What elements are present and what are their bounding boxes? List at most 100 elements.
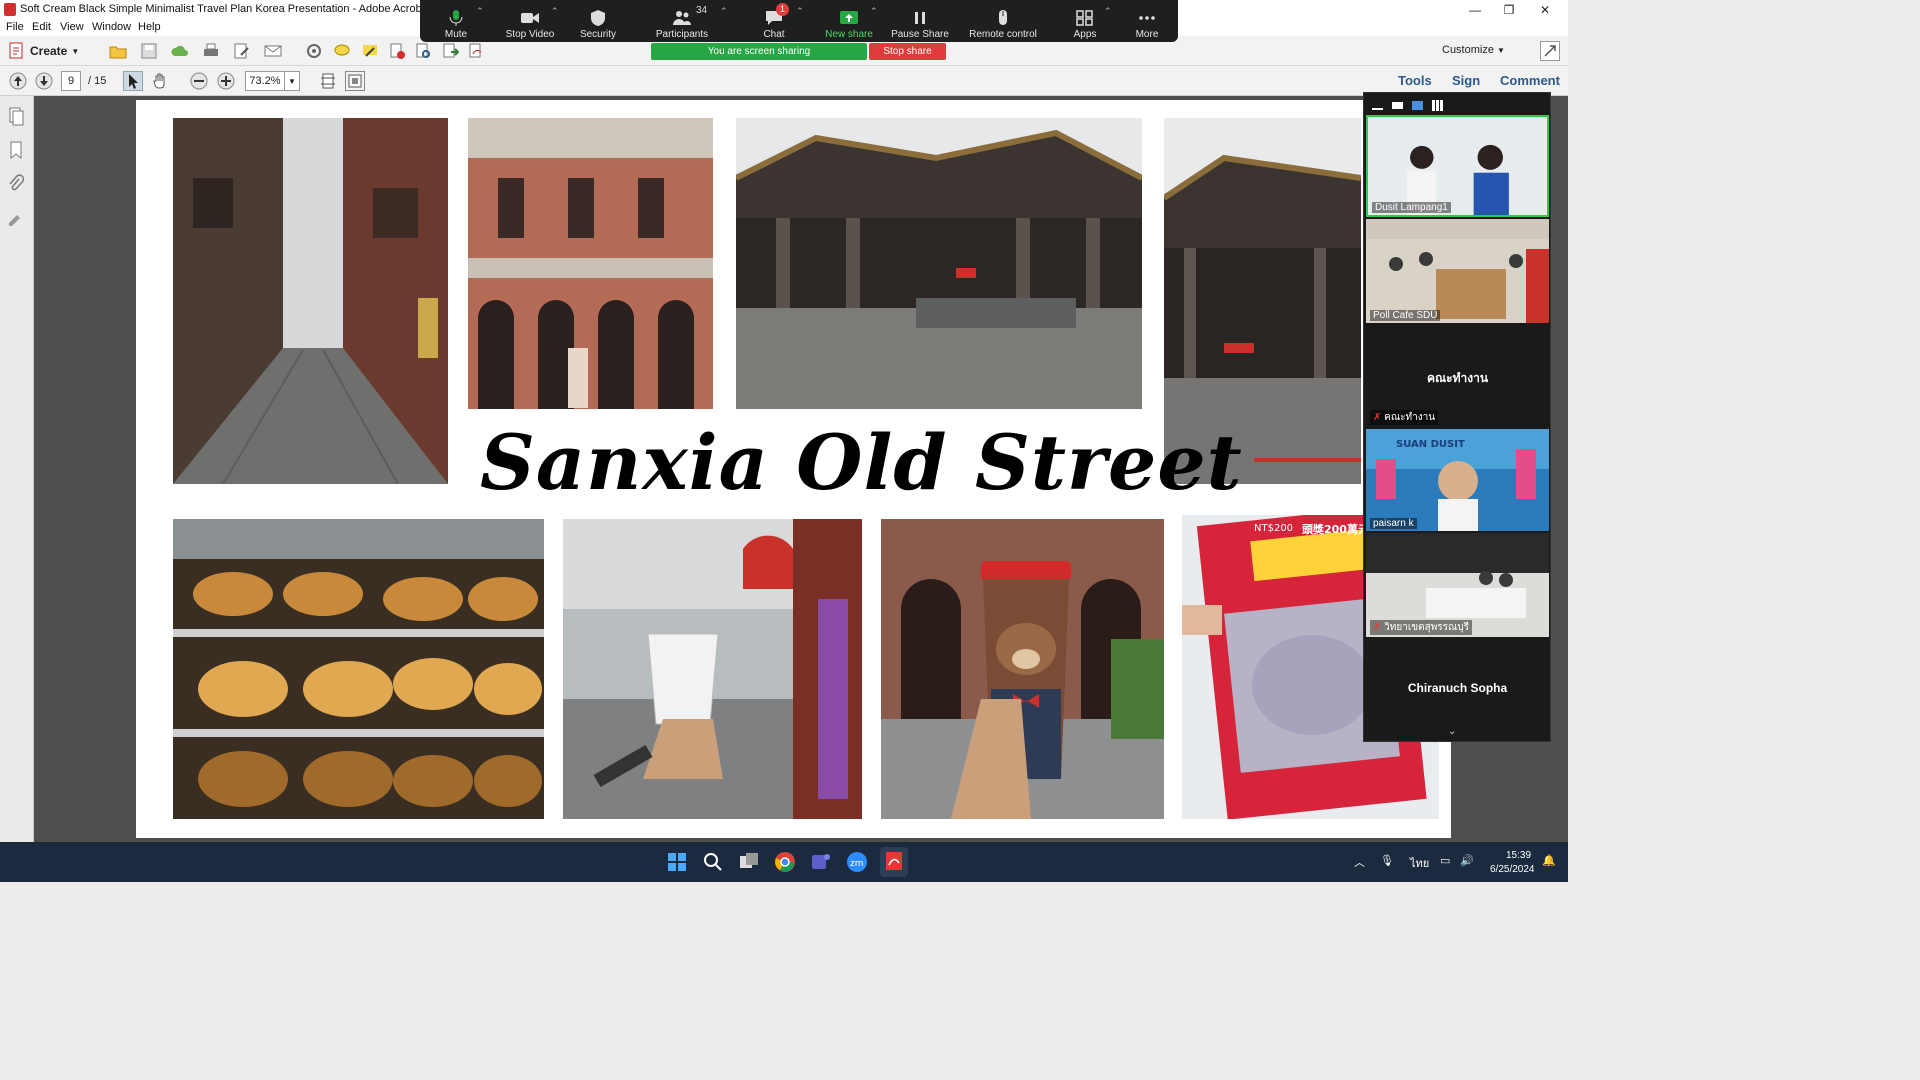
apps-button[interactable]: Apps	[1072, 4, 1098, 40]
participant-name-text: คณะทำงาน	[1384, 412, 1436, 423]
page-number-input[interactable]: 9	[61, 71, 81, 91]
chat-options-chevron-icon[interactable]: ⌃	[796, 6, 804, 17]
settings-gear-icon[interactable]	[304, 41, 324, 61]
comment-bubble-icon[interactable]	[332, 41, 352, 61]
create-button[interactable]: Create ▼	[8, 41, 79, 61]
screen-sharing-banner[interactable]: You are screen sharing	[651, 43, 867, 60]
acrobat-taskbar-button[interactable]	[880, 847, 908, 877]
bookmarks-icon[interactable]	[6, 140, 26, 160]
comment-link[interactable]: Comment	[1500, 73, 1560, 88]
video-tile-paisarn[interactable]: SUAN DUSIT paisarn k	[1366, 429, 1549, 531]
signatures-icon[interactable]	[6, 208, 26, 228]
share-options-chevron-icon[interactable]: ⌃	[870, 6, 878, 17]
video-tile-dusit-lampang[interactable]: Dusit Lampang1	[1366, 115, 1549, 217]
zoom-video-gallery[interactable]: Dusit Lampang1 Poll Cafe SDU คณะทำงาน ✗ …	[1363, 92, 1551, 742]
notification-bell-icon[interactable]: 🔔	[1542, 854, 1556, 867]
strip-view-icon[interactable]	[1412, 100, 1423, 110]
microphone-tray-icon[interactable]: 🎙	[1380, 854, 1394, 867]
sign-link[interactable]: Sign	[1452, 73, 1480, 88]
apps-options-chevron-icon[interactable]: ⌃	[1104, 6, 1112, 17]
windows-start-icon[interactable]	[666, 851, 688, 873]
menu-help[interactable]: Help	[138, 21, 161, 33]
next-page-icon[interactable]	[34, 71, 54, 91]
mute-options-chevron-icon[interactable]: ⌃	[476, 6, 484, 17]
zoom-out-icon[interactable]	[189, 71, 209, 91]
document-viewer[interactable]: Sanxia Old Street NT$200 頭獎200萬元	[34, 96, 1568, 842]
participant-name: ✗ คณะทำงาน	[1370, 410, 1439, 425]
video-tile-working-team[interactable]: คณะทำงาน ✗ คณะทำงาน	[1366, 325, 1549, 427]
pause-share-button[interactable]: Pause Share	[890, 4, 950, 40]
export-page-icon[interactable]	[440, 41, 460, 61]
menu-window[interactable]: Window	[92, 21, 131, 33]
open-folder-icon[interactable]	[108, 41, 128, 61]
hand-tool-icon[interactable]	[150, 71, 170, 91]
navigation-pane	[0, 96, 34, 842]
acrobat-app-icon	[4, 3, 16, 16]
clock-time[interactable]: 15:39	[1506, 850, 1531, 861]
previous-page-icon[interactable]	[8, 71, 28, 91]
video-tile-suphanburi-campus[interactable]: ✗ วิทยาเขตสุพรรณบุรี	[1366, 533, 1549, 637]
volume-icon[interactable]: 🔊	[1460, 854, 1474, 867]
speaker-view-icon[interactable]	[1392, 101, 1403, 109]
page-total: / 15	[88, 75, 107, 87]
find-page-icon[interactable]	[413, 41, 433, 61]
shield-icon	[591, 10, 605, 26]
highlight-icon[interactable]	[360, 41, 380, 61]
video-tile-poll-cafe[interactable]: Poll Cafe SDU	[1366, 219, 1549, 323]
clock-date[interactable]: 6/25/2024	[1490, 864, 1535, 875]
ticket-price-text: NT$200	[1254, 523, 1293, 534]
scroll-down-chevron-icon[interactable]: ⌄	[1448, 726, 1456, 737]
close-button[interactable]: ✕	[1522, 0, 1568, 19]
edit-document-icon[interactable]	[232, 41, 252, 61]
search-icon[interactable]	[702, 851, 724, 873]
video-tile-chiranuch[interactable]: Chiranuch Sopha ⌄	[1366, 639, 1549, 739]
menu-view[interactable]: View	[60, 21, 84, 33]
remote-control-label: Remote control	[969, 29, 1037, 40]
menu-file[interactable]: File	[6, 21, 24, 33]
video-options-chevron-icon[interactable]: ⌃	[551, 6, 559, 17]
network-icon[interactable]: ▭	[1440, 854, 1450, 867]
page-thumbnails-icon[interactable]	[6, 106, 26, 126]
email-icon[interactable]	[263, 41, 283, 61]
cloud-upload-icon[interactable]	[170, 41, 190, 61]
muted-mic-icon: ✗	[1373, 622, 1382, 633]
print-icon[interactable]	[201, 41, 221, 61]
pdf-page: Sanxia Old Street NT$200 頭獎200萬元	[136, 100, 1451, 838]
photo-bear-tumbler	[881, 519, 1164, 819]
new-share-button[interactable]: New share	[824, 4, 874, 40]
zoom-in-icon[interactable]	[216, 71, 236, 91]
attachments-paperclip-icon[interactable]	[6, 174, 26, 194]
input-language[interactable]: ไทย	[1410, 854, 1429, 872]
participants-icon	[673, 11, 691, 25]
show-hidden-icons-chevron-icon[interactable]: ︿	[1354, 854, 1365, 870]
slide-title: Sanxia Old Street	[480, 418, 1243, 507]
participants-count: 34	[696, 5, 708, 16]
tools-link[interactable]: Tools	[1398, 73, 1432, 88]
chrome-browser-icon[interactable]	[774, 851, 796, 873]
stop-video-button[interactable]: Stop Video	[502, 4, 558, 40]
participants-options-chevron-icon[interactable]: ⌃	[720, 6, 728, 17]
menu-edit[interactable]: Edit	[32, 21, 51, 33]
teams-icon[interactable]	[810, 851, 832, 873]
mute-button[interactable]: Mute	[436, 4, 476, 40]
task-view-icon[interactable]	[738, 851, 760, 873]
gallery-grid-icon[interactable]	[1432, 99, 1443, 111]
expand-window-icon[interactable]	[1540, 41, 1560, 61]
delete-page-icon[interactable]	[387, 41, 407, 61]
zoom-app-icon[interactable]: zm	[846, 851, 868, 873]
security-button[interactable]: Security	[576, 4, 620, 40]
stop-share-label: Stop share	[883, 46, 932, 57]
zoom-level-input[interactable]: 73.2%	[245, 71, 285, 91]
zoom-dropdown-chevron-icon[interactable]: ▼	[284, 71, 300, 91]
more-button[interactable]: More	[1132, 4, 1162, 40]
select-tool-icon[interactable]	[123, 71, 143, 91]
chevron-down-icon: ▼	[1497, 46, 1505, 55]
minimize-gallery-icon[interactable]	[1372, 108, 1383, 110]
remote-control-button[interactable]: Remote control	[966, 4, 1040, 40]
customize-dropdown[interactable]: Customize ▼	[1442, 44, 1505, 56]
full-screen-icon[interactable]	[345, 71, 365, 91]
stop-share-button[interactable]: Stop share	[869, 43, 946, 60]
sign-document-icon[interactable]	[466, 41, 486, 61]
fit-page-icon[interactable]	[318, 71, 338, 91]
save-icon[interactable]	[139, 41, 159, 61]
